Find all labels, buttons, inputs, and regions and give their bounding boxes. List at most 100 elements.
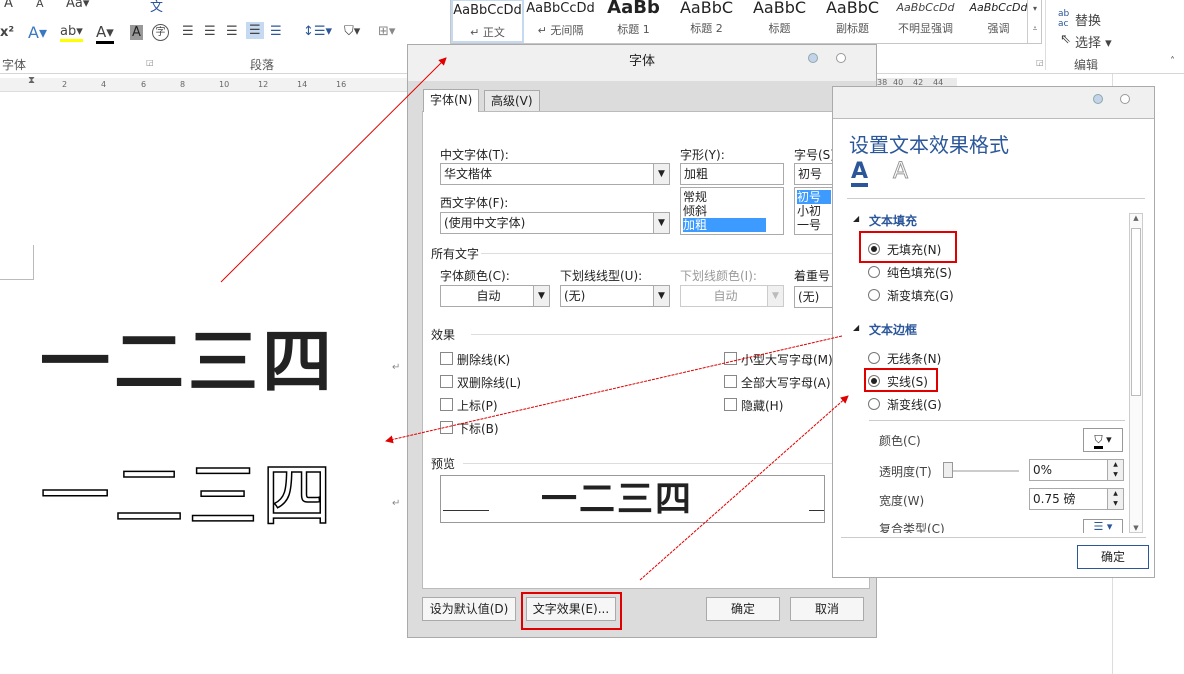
emphasis-select[interactable]: (无) [794,286,834,308]
transparency-input[interactable]: 0% ▲ ▼ [1029,459,1124,481]
style-title[interactable]: AaBbC 标题 [743,0,816,43]
text-effects-icon[interactable]: A▾ [28,23,47,42]
collapse-triangle-icon[interactable]: ◢ [853,214,859,223]
scroll-down-icon[interactable]: ▼ [1130,524,1142,532]
transparency-slider-track[interactable] [945,470,1019,472]
shading-icon[interactable]: ⛉▾ [344,24,360,39]
paragraph-mark: ↵ [392,362,401,373]
ruler-tick: 12 [258,80,269,89]
spinner-icon[interactable]: ▲ ▼ [1107,489,1123,509]
justify-icon[interactable]: ☰ [246,22,264,39]
west-font-select[interactable]: (使用中文字体) ▼ [440,212,670,234]
chevron-down-icon[interactable]: ▼ [653,164,669,184]
width-input[interactable]: 0.75 磅 ▲ ▼ [1029,488,1124,510]
select-button[interactable]: 选择 ▾ [1075,32,1112,51]
chevron-down-icon[interactable]: ▼ [533,286,549,306]
style-option[interactable]: 倾斜 [683,204,781,218]
style-input[interactable]: 加粗 [680,163,784,185]
style-heading-2[interactable]: AaBbC 标题 2 [670,0,743,43]
size-list[interactable]: 初号 小初 一号 [794,187,834,235]
effects-ok-button[interactable]: 确定 [1077,545,1149,569]
margin-corner-mark [0,245,34,280]
borders-icon[interactable]: ⊞▾ [378,24,395,39]
align-right-icon[interactable]: ☰ [226,24,238,39]
cn-font-select[interactable]: 华文楷体 ▼ [440,163,670,185]
ok-button[interactable]: 确定 [706,597,780,621]
align-center-icon[interactable]: ☰ [204,24,216,39]
strikethrough-checkbox[interactable] [440,352,453,365]
close-icon[interactable] [836,53,846,63]
close-icon[interactable] [1120,94,1130,104]
styles-dialog-launcher-icon[interactable]: ◲ [1036,58,1044,67]
enclose-char-icon[interactable]: 字 [152,24,169,41]
style-normal[interactable]: AaBbCcDd ↵ 正文 [451,0,524,43]
style-option-selected[interactable]: 加粗 [683,218,766,232]
font-size-up-icon[interactable]: A [4,0,13,11]
style-emphasis[interactable]: AaBbCcDd 强调 [962,0,1035,43]
align-left-icon[interactable]: ☰ [182,24,194,39]
cancel-button[interactable]: 取消 [790,597,864,621]
superscript-checkbox[interactable] [440,398,453,411]
spinner-icon[interactable]: ▲ ▼ [1107,460,1123,480]
horizontal-ruler[interactable]: ⧗ 2 4 6 8 10 12 14 16 [0,75,410,92]
chevron-down-icon[interactable]: ▼ [653,286,669,306]
collapse-ribbon-icon[interactable]: ˄ [1170,56,1175,67]
size-option[interactable]: 小初 [797,204,831,218]
double-strikethrough-checkbox[interactable] [440,375,453,388]
line-spacing-icon[interactable]: ↕☰▾ [303,24,332,39]
minimize-icon[interactable] [1093,94,1103,104]
style-subtitle[interactable]: AaBbC 副标题 [816,0,889,43]
tab-advanced[interactable]: 高级(V) [484,90,540,112]
scrollbar-thumb[interactable] [1131,228,1141,396]
transparency-slider-thumb[interactable] [943,462,953,478]
size-option-selected[interactable]: 初号 [797,190,831,204]
distributed-icon[interactable]: ☰ [270,24,282,39]
hidden-label: 隐藏(H) [741,399,784,413]
subscript-checkbox[interactable] [440,421,453,434]
font-dialog-launcher-icon[interactable]: ◲ [146,58,154,67]
border-section-header[interactable]: 文本边框 [869,321,917,338]
solid-fill-radio[interactable] [868,266,880,278]
size-input[interactable]: 初号 [794,163,834,185]
char-shading-icon[interactable]: A [130,25,143,40]
compound-type-select[interactable]: ☰ ▾ [1083,519,1123,533]
style-heading-1[interactable]: AaBb 标题 1 [597,0,670,43]
outline-color-picker[interactable]: ⛉ ▾ [1083,428,1123,452]
style-option[interactable]: 常规 [683,190,781,204]
gallery-scroll-buttons[interactable]: ▾ ⩡ [1027,0,1042,43]
text-fill-outline-tab-icon[interactable]: A [851,161,869,187]
hidden-checkbox[interactable] [724,398,737,411]
phonetic-icon[interactable]: 文 [150,0,163,15]
indent-marker-icon[interactable]: ⧗ [28,75,35,86]
highlight-icon[interactable]: ab▾ [60,24,83,42]
chevron-down-icon[interactable]: ▼ [653,213,669,233]
style-list[interactable]: 常规 倾斜 加粗 [680,187,784,235]
outline-sample-text[interactable]: 一二三四 [39,440,336,541]
change-case-icon[interactable]: Aa▾ [66,0,89,11]
gradient-fill-radio[interactable] [868,289,880,301]
set-default-button[interactable]: 设为默认值(D) [422,597,516,621]
font-color-icon[interactable]: A▾ [96,23,114,44]
text-effects-tab-icon[interactable]: A [892,160,908,183]
replace-button[interactable]: 替换 [1075,10,1101,29]
pane-title: 设置文本效果格式 [849,133,1009,157]
underline-select[interactable]: (无) ▼ [560,285,670,307]
superscript-icon[interactable]: x² [0,25,14,40]
tab-font[interactable]: 字体(N) [423,89,480,112]
font-size-down-icon[interactable]: A [36,0,44,10]
no-line-radio[interactable] [868,352,880,364]
bold-sample-text[interactable]: 一二三四 [40,306,336,407]
scrollbar[interactable]: ▲ ▼ [1129,213,1143,533]
fill-section-header[interactable]: 文本填充 [869,212,917,229]
size-option[interactable]: 一号 [797,218,831,232]
all-caps-checkbox[interactable] [724,375,737,388]
gradient-line-radio[interactable] [868,398,880,410]
compound-type-label: 复合类型(C) [879,522,945,533]
small-caps-checkbox[interactable] [724,352,737,365]
collapse-triangle-icon[interactable]: ◢ [853,323,859,332]
style-subtle-emphasis[interactable]: AaBbCcDd 不明显强调 [889,0,962,43]
font-color-select[interactable]: 自动 ▼ [440,285,550,307]
scroll-up-icon[interactable]: ▲ [1130,214,1142,222]
style-no-spacing[interactable]: AaBbCcDd ↵ 无间隔 [524,0,597,43]
minimize-icon[interactable] [808,53,818,63]
